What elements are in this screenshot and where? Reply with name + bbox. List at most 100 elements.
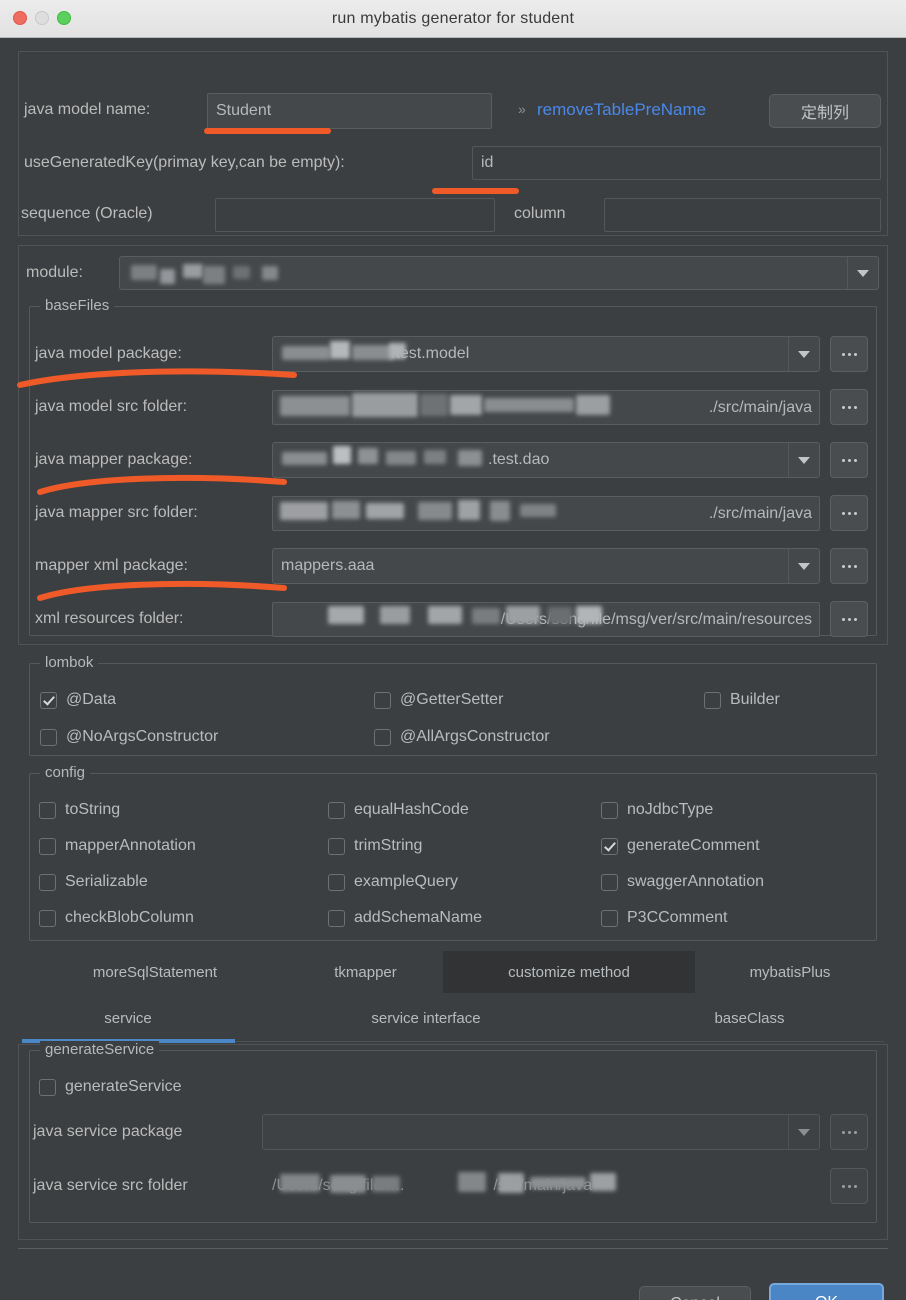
lombok-checkbox-gettersetter[interactable]: @GetterSetter: [374, 691, 503, 709]
config-checkbox-checkblobcolumn[interactable]: checkBlobColumn: [39, 909, 194, 927]
chevron-down-icon[interactable]: [788, 443, 819, 477]
tab-customize-method[interactable]: customize method: [443, 951, 695, 993]
use-generated-key-input[interactable]: id: [472, 146, 881, 180]
config-checkbox-examplequery[interactable]: exampleQuery: [328, 873, 458, 891]
cancel-button[interactable]: Cancel: [639, 1286, 751, 1300]
remove-table-prename-link[interactable]: removeTablePreName: [537, 100, 706, 120]
config-checkbox-tostring[interactable]: toString: [39, 801, 120, 819]
java-model-package-label: java model package:: [35, 345, 182, 362]
mapper-xml-package-browse-button[interactable]: [830, 548, 868, 584]
lombok-checkbox-noargsconstructor[interactable]: @NoArgsConstructor: [40, 728, 218, 746]
redaction-block: [203, 266, 225, 284]
column-input[interactable]: [604, 198, 881, 232]
java-model-name-input[interactable]: Student: [207, 93, 492, 129]
tab-service-interface[interactable]: service interface: [295, 998, 557, 1038]
checkbox-icon[interactable]: [40, 691, 57, 709]
tab-tkmapper[interactable]: tkmapper: [288, 951, 443, 993]
zoom-button-icon[interactable]: [57, 11, 71, 25]
chevron-down-icon[interactable]: [788, 337, 819, 371]
checkbox-icon[interactable]: [39, 909, 56, 927]
tab-service[interactable]: service: [22, 998, 234, 1038]
java-model-package-browse-button[interactable]: [830, 336, 868, 372]
java-service-src-folder-label: java service src folder: [33, 1177, 188, 1194]
redaction-block: [282, 346, 330, 360]
checkbox-icon[interactable]: [328, 873, 345, 891]
config-checkbox-p3ccomment[interactable]: P3CComment: [601, 909, 727, 927]
redaction-block: [366, 503, 404, 519]
tab-moresqlstatement[interactable]: moreSqlStatement: [22, 951, 288, 993]
chevron-down-icon[interactable]: [788, 1115, 819, 1149]
redaction-block: [450, 395, 482, 415]
checkbox-icon[interactable]: [704, 691, 721, 709]
config-checkbox-addschemaname[interactable]: addSchemaName: [328, 909, 482, 927]
java-service-package-browse-button[interactable]: [830, 1114, 868, 1150]
footer-divider: [18, 1248, 888, 1249]
tab-mybatisplus[interactable]: mybatisPlus: [695, 951, 885, 993]
redaction-block: [576, 395, 610, 415]
checkbox-icon[interactable]: [601, 837, 618, 855]
redaction-block: [386, 451, 416, 465]
lombok-label: @Data: [66, 691, 117, 708]
minimize-button-icon[interactable]: [35, 11, 49, 25]
redaction-block: [530, 1177, 586, 1189]
xml-resources-folder-browse-button[interactable]: [830, 601, 868, 637]
config-label: checkBlobColumn: [65, 909, 194, 926]
redaction-block: [330, 1175, 366, 1193]
config-checkbox-generatecomment[interactable]: generateComment: [601, 837, 760, 855]
checkbox-icon[interactable]: [39, 1078, 56, 1096]
java-service-src-folder-browse-button[interactable]: [830, 1168, 868, 1204]
redaction-block: [280, 1174, 320, 1192]
checkbox-icon[interactable]: [374, 691, 391, 709]
checkbox-icon[interactable]: [39, 801, 56, 819]
java-mapper-src-folder-browse-button[interactable]: [830, 495, 868, 531]
redaction-block: [280, 396, 350, 416]
checkbox-icon[interactable]: [39, 837, 56, 855]
checkbox-icon[interactable]: [328, 801, 345, 819]
config-label: addSchemaName: [354, 909, 483, 926]
config-checkbox-mapperannotation[interactable]: mapperAnnotation: [39, 837, 196, 855]
redaction-block: [131, 265, 157, 280]
checkbox-icon[interactable]: [601, 909, 618, 927]
use-generated-key-label: useGeneratedKey(primay key,can be empty)…: [24, 154, 345, 171]
checkbox-icon[interactable]: [601, 873, 618, 891]
checkbox-icon[interactable]: [328, 909, 345, 927]
close-button-icon[interactable]: [13, 11, 27, 25]
config-checkbox-swaggerannotation[interactable]: swaggerAnnotation: [601, 873, 764, 891]
checkbox-icon[interactable]: [374, 728, 391, 746]
lombok-group-title: lombok: [40, 654, 99, 671]
chevron-down-icon[interactable]: [847, 257, 878, 289]
config-label: swaggerAnnotation: [627, 873, 764, 890]
generate-service-checkbox[interactable]: generateService: [39, 1078, 182, 1096]
redaction-block: [490, 501, 510, 521]
checkbox-icon[interactable]: [601, 801, 618, 819]
lombok-checkbox-builder[interactable]: Builder: [704, 691, 780, 709]
tab-baseclass[interactable]: baseClass: [651, 998, 848, 1038]
ok-button[interactable]: OK: [769, 1283, 884, 1300]
redaction-block: [233, 266, 250, 279]
java-model-src-folder-browse-button[interactable]: [830, 389, 868, 425]
redaction-block: [352, 345, 394, 360]
config-group-title: config: [40, 764, 91, 781]
config-checkbox-nojdbctype[interactable]: noJdbcType: [601, 801, 713, 819]
config-checkbox-trimstring[interactable]: trimString: [328, 837, 422, 855]
checkbox-icon[interactable]: [328, 837, 345, 855]
sequence-oracle-input[interactable]: [215, 198, 495, 232]
custom-column-button[interactable]: 定制列: [769, 94, 881, 128]
chevron-down-icon[interactable]: [788, 549, 819, 583]
mapper-xml-package-combo[interactable]: mappers.aaa: [272, 548, 820, 584]
checkbox-icon[interactable]: [39, 873, 56, 891]
redaction-block: [520, 504, 556, 517]
checkbox-icon[interactable]: [40, 728, 57, 746]
java-mapper-package-browse-button[interactable]: [830, 442, 868, 478]
redaction-block: [183, 264, 203, 278]
java-mapper-package-combo[interactable]: .test.dao: [272, 442, 820, 478]
redaction-block: [576, 606, 602, 624]
config-checkbox-serializable[interactable]: Serializable: [39, 873, 148, 891]
lombok-checkbox-allargsconstructor[interactable]: @AllArgsConstructor: [374, 728, 550, 746]
redaction-block: [330, 341, 350, 359]
lombok-checkbox-data[interactable]: @Data: [40, 691, 116, 709]
traffic-lights: [13, 11, 71, 25]
mapper-xml-package-label: mapper xml package:: [35, 557, 188, 574]
java-service-package-combo[interactable]: [262, 1114, 820, 1150]
config-checkbox-equalhashcode[interactable]: equalHashCode: [328, 801, 469, 819]
